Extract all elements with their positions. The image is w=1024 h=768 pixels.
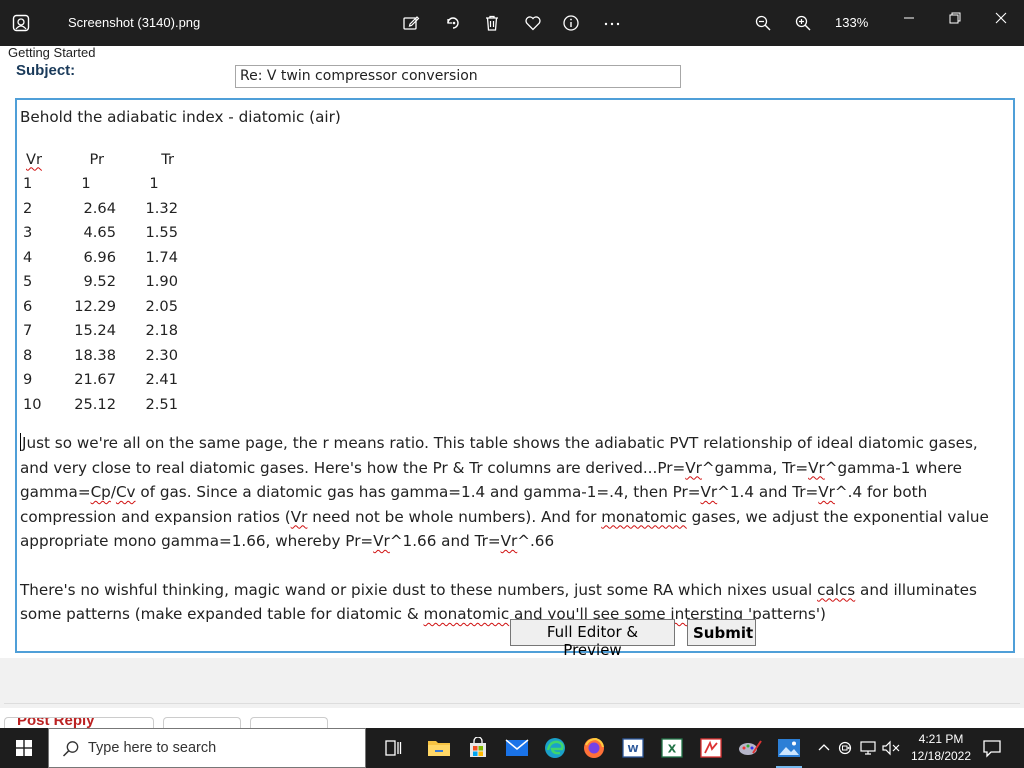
header-pr: Pr — [89, 150, 104, 168]
close-icon[interactable] — [978, 6, 1024, 30]
cell-vr: 3 — [23, 224, 33, 241]
cell-tr: 1.90 — [145, 273, 179, 290]
photos-app-icon — [12, 14, 30, 32]
cell-vr: 4 — [23, 248, 33, 266]
cell-tr: 2.51 — [145, 395, 179, 413]
meet-now-icon[interactable] — [837, 734, 855, 762]
cell-tr: 2.18 — [145, 322, 179, 339]
action-center-icon[interactable] — [982, 738, 1002, 762]
firefox-icon[interactable] — [579, 734, 609, 762]
cell-pr: 2.64 — [83, 199, 117, 217]
zoom-in-icon[interactable] — [792, 12, 814, 34]
network-icon[interactable] — [858, 734, 878, 762]
table-row: 4 6.96 1.74 — [22, 246, 180, 271]
adiabatic-table: Vr Pr Tr 1 1 1 2 2.64 1.32 3 4.65 1.55 4 6.96 1.… — [22, 148, 180, 418]
form-footer — [0, 658, 1024, 708]
cell-tr: 1.55 — [145, 224, 179, 241]
photos-title-bar: Screenshot (3140).png 133% — [0, 0, 1024, 46]
search-placeholder: Type here to search — [88, 740, 217, 756]
search-icon — [62, 740, 80, 762]
svg-text:X: X — [668, 743, 677, 756]
cell-tr: 2.30 — [145, 346, 179, 364]
microsoft-store-icon[interactable] — [463, 734, 493, 762]
edit-create-icon[interactable] — [400, 12, 422, 34]
cell-vr: 9 — [23, 371, 33, 388]
restore-icon[interactable] — [932, 6, 978, 30]
cell-vr: 5 — [23, 273, 33, 290]
header-vr: Vr — [26, 150, 42, 168]
cell-pr: 15.24 — [74, 322, 116, 339]
full-editor-preview-button[interactable]: Full Editor & Preview — [510, 619, 675, 659]
cell-tr: 1.32 — [145, 199, 179, 217]
excel-icon[interactable]: X — [657, 734, 687, 762]
message-editor[interactable]: Behold the adiabatic index - diatomic (a… — [15, 98, 1015, 653]
zoom-out-icon[interactable] — [752, 12, 774, 34]
table-row: 8 18.38 2.30 — [22, 344, 180, 369]
explanation-paragraph: Just so we're all on the same page, the … — [20, 433, 989, 550]
cell-pr: 12.29 — [74, 297, 116, 315]
zoom-level[interactable]: 133% — [835, 15, 868, 30]
table-row: 9 21.67 2.41 — [22, 368, 180, 393]
cell-pr: 6.96 — [83, 248, 117, 266]
table-header-row: Vr Pr Tr — [22, 148, 180, 173]
clock-time: 4:21 PM — [918, 732, 964, 746]
show-hidden-icons-chevron[interactable] — [815, 734, 833, 762]
photos-taskbar-icon[interactable] — [774, 734, 804, 768]
cell-pr: 4.65 — [83, 224, 117, 241]
volume-muted-icon[interactable] — [880, 734, 902, 762]
task-view-icon[interactable] — [378, 734, 408, 762]
clock-date: 12/18/2022 — [910, 749, 972, 763]
text-cursor — [20, 433, 21, 451]
table-row: 10 25.12 2.51 — [22, 393, 180, 418]
minimize-icon[interactable] — [886, 6, 932, 30]
file-explorer-icon[interactable] — [424, 734, 454, 762]
cell-tr: 2.41 — [145, 371, 179, 388]
table-row: 1 1 1 — [22, 172, 180, 197]
edge-icon[interactable] — [540, 734, 570, 762]
word-icon[interactable]: W — [618, 734, 648, 762]
cell-pr: 25.12 — [74, 395, 116, 413]
cell-vr: 10 — [23, 395, 42, 413]
table-row: 3 4.65 1.55 — [22, 221, 180, 246]
submit-button[interactable]: Submit — [687, 619, 756, 646]
delete-icon[interactable] — [481, 12, 503, 34]
cell-vr: 8 — [23, 346, 33, 364]
mail-icon[interactable] — [502, 734, 532, 762]
cell-pr: 18.38 — [74, 346, 116, 364]
more-options-icon[interactable] — [601, 12, 623, 34]
system-clock[interactable]: 4:21 PM 12/18/2022 — [906, 731, 976, 765]
rotate-icon[interactable] — [442, 12, 464, 34]
table-row: 6 12.29 2.05 — [22, 295, 180, 320]
cell-tr: 2.05 — [145, 297, 179, 315]
intro-line: Behold the adiabatic index - diatomic (a… — [20, 108, 341, 126]
table-row: 2 2.64 1.32 — [22, 197, 180, 222]
subject-input[interactable]: Re: V twin compressor conversion — [235, 65, 681, 88]
cell-pr: 21.67 — [74, 371, 116, 388]
cell-vr: 1 — [23, 175, 33, 192]
svg-text:W: W — [627, 744, 638, 755]
windows-start-icon[interactable] — [0, 728, 48, 768]
table-row: 7 15.24 2.18 — [22, 319, 180, 344]
paint-tool-icon[interactable] — [735, 734, 765, 762]
cell-pr: 1 — [81, 175, 91, 192]
info-icon[interactable] — [560, 12, 582, 34]
cell-tr: 1.74 — [145, 248, 179, 266]
cell-vr: 2 — [23, 199, 33, 217]
post-reply-bar: Post Reply — [0, 710, 1024, 731]
cell-tr: 1 — [149, 175, 159, 192]
cell-vr: 6 — [23, 297, 33, 315]
windows-taskbar: Type here to search W X 4:21 PM 12/18/20… — [0, 728, 1024, 768]
favorite-heart-icon[interactable] — [522, 12, 544, 34]
taskbar-search-box[interactable]: Type here to search — [48, 728, 366, 768]
subject-label: Subject: — [16, 62, 76, 79]
table-row: 5 9.52 1.90 — [22, 270, 180, 295]
cell-pr: 9.52 — [83, 273, 117, 290]
breadcrumb[interactable]: Getting Started — [8, 46, 95, 60]
cell-vr: 7 — [23, 322, 33, 339]
header-tr: Tr — [161, 150, 174, 168]
pdf-app-icon[interactable] — [696, 734, 726, 762]
file-name: Screenshot (3140).png — [68, 15, 201, 30]
